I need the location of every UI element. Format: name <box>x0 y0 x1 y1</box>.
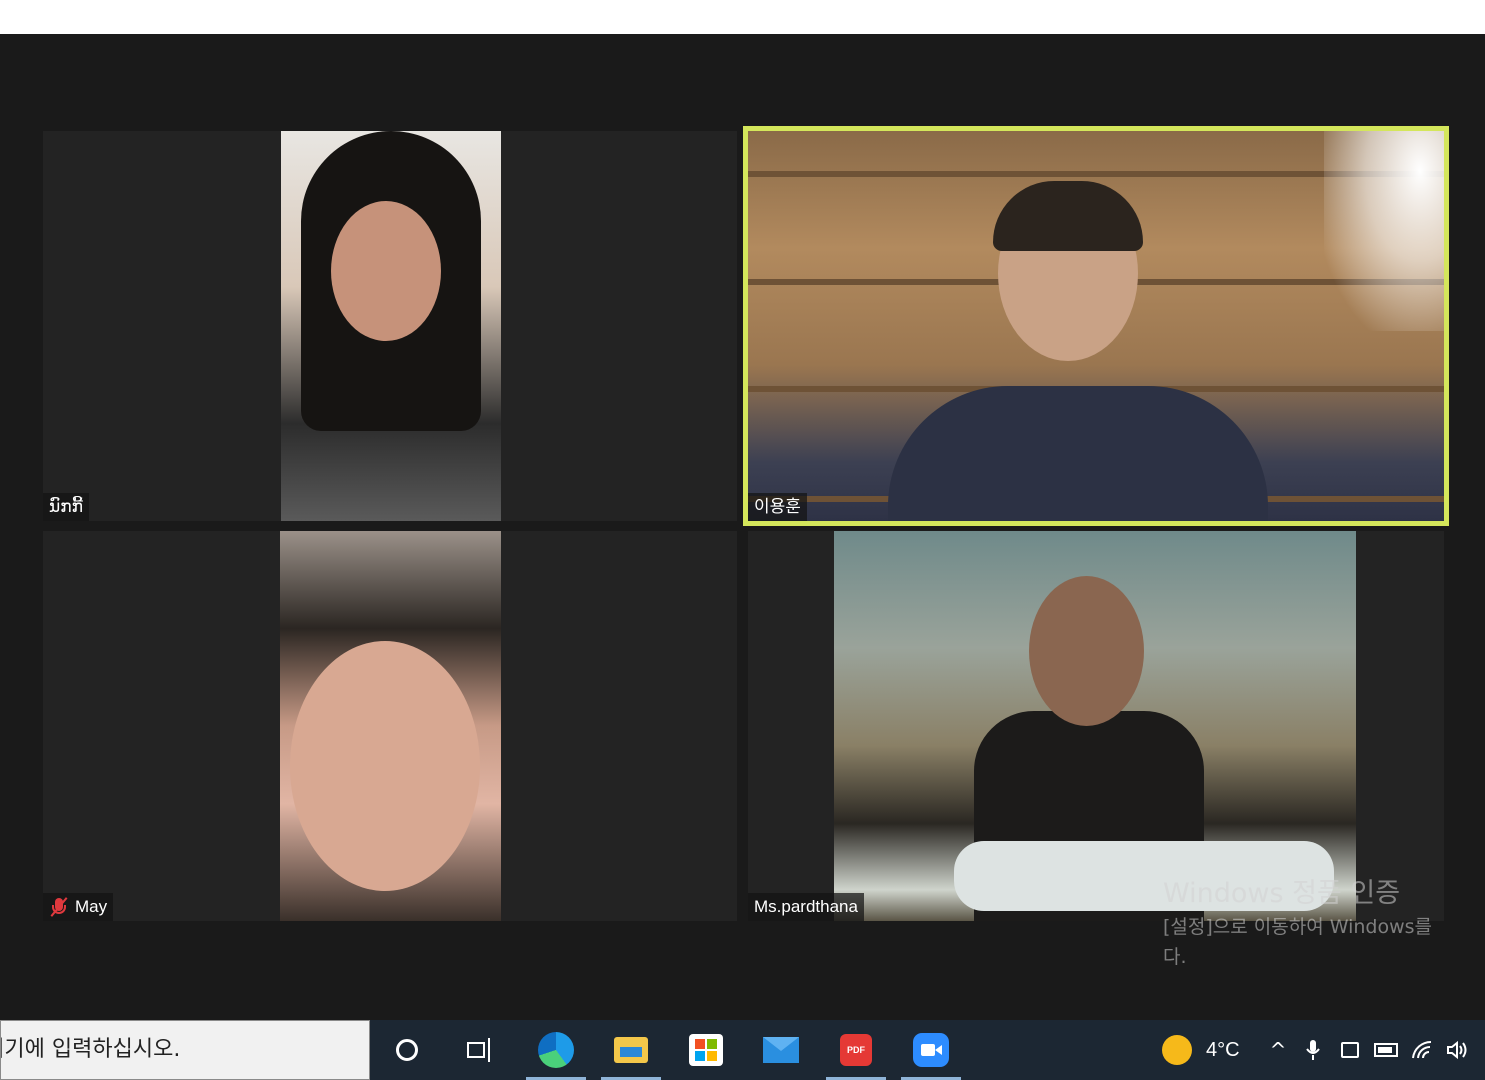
participant-name-tag: May <box>43 893 114 921</box>
windows-taskbar: 검색하려면 여기에 입력하십시오. PDF 4°C ^ <box>0 1020 1485 1080</box>
sun-icon <box>1162 1035 1192 1065</box>
taskbar-search-box[interactable]: 검색하려면 여기에 입력하십시오. <box>0 1020 370 1080</box>
participant-name-tag: 이용훈 <box>748 493 807 521</box>
participant-name-tag: Ms.pardthana <box>748 893 864 921</box>
participant-name-tag: ນົກກີ້ <box>43 493 89 521</box>
participant-name: 이용훈 <box>754 497 801 516</box>
zoom-taskbar-button[interactable] <box>901 1020 961 1080</box>
participant-tile[interactable]: ນົກກີ້ <box>43 131 737 521</box>
edge-taskbar-button[interactable] <box>526 1020 586 1080</box>
participant-video <box>281 131 501 521</box>
pdf-app-taskbar-button[interactable]: PDF <box>826 1020 886 1080</box>
task-view-icon <box>467 1038 493 1062</box>
participant-tile[interactable]: Ms.pardthana <box>748 531 1444 921</box>
window-top-strip <box>0 0 1485 34</box>
store-taskbar-button[interactable] <box>676 1020 736 1080</box>
show-hidden-icons-button[interactable]: ^ <box>1265 1020 1291 1080</box>
network-tray-button[interactable] <box>1408 1020 1436 1080</box>
camera-tray-button[interactable] <box>1336 1020 1364 1080</box>
search-placeholder: 검색하려면 여기에 입력하십시오. <box>1 1037 181 1062</box>
zoom-icon <box>913 1033 949 1067</box>
zoom-gallery-view: ນົກກີ້ 이용훈 May Ms.pardthana <box>0 34 1485 1020</box>
microphone-tray-button[interactable] <box>1300 1020 1326 1080</box>
file-explorer-icon <box>614 1037 648 1063</box>
mic-muted-icon <box>49 897 69 917</box>
chevron-up-icon: ^ <box>1269 1038 1287 1062</box>
file-explorer-taskbar-button[interactable] <box>601 1020 661 1080</box>
weather-temperature: 4°C <box>1206 1038 1240 1061</box>
participant-video <box>748 131 1444 521</box>
cortana-icon <box>396 1039 418 1061</box>
participant-video <box>280 531 501 921</box>
participant-tile[interactable]: May <box>43 531 737 921</box>
mail-taskbar-button[interactable] <box>751 1020 811 1080</box>
pdf-app-icon: PDF <box>840 1034 872 1066</box>
weather-widget[interactable]: 4°C <box>1162 1020 1240 1080</box>
mail-icon <box>763 1037 799 1063</box>
participant-name: Ms.pardthana <box>754 897 858 916</box>
microsoft-store-icon <box>689 1034 723 1066</box>
cortana-button[interactable] <box>377 1020 437 1080</box>
participant-name: ນົກກີ້ <box>49 497 83 516</box>
edge-icon <box>538 1032 574 1068</box>
speaker-icon <box>1447 1040 1467 1060</box>
task-view-button[interactable] <box>450 1020 510 1080</box>
participant-video <box>834 531 1356 921</box>
active-speaker-tile[interactable]: 이용훈 <box>743 126 1449 526</box>
wifi-icon <box>1412 1040 1432 1059</box>
battery-icon <box>1374 1043 1398 1057</box>
microphone-icon <box>1306 1040 1320 1060</box>
battery-tray-button[interactable] <box>1371 1020 1401 1080</box>
windows-activation-watermark: Windows 정품 인증 [설정]으로 이동하여 Windows를 다. <box>1163 878 1433 968</box>
camera-icon <box>1341 1042 1359 1058</box>
participant-name: May <box>75 897 108 916</box>
volume-tray-button[interactable] <box>1443 1020 1473 1080</box>
